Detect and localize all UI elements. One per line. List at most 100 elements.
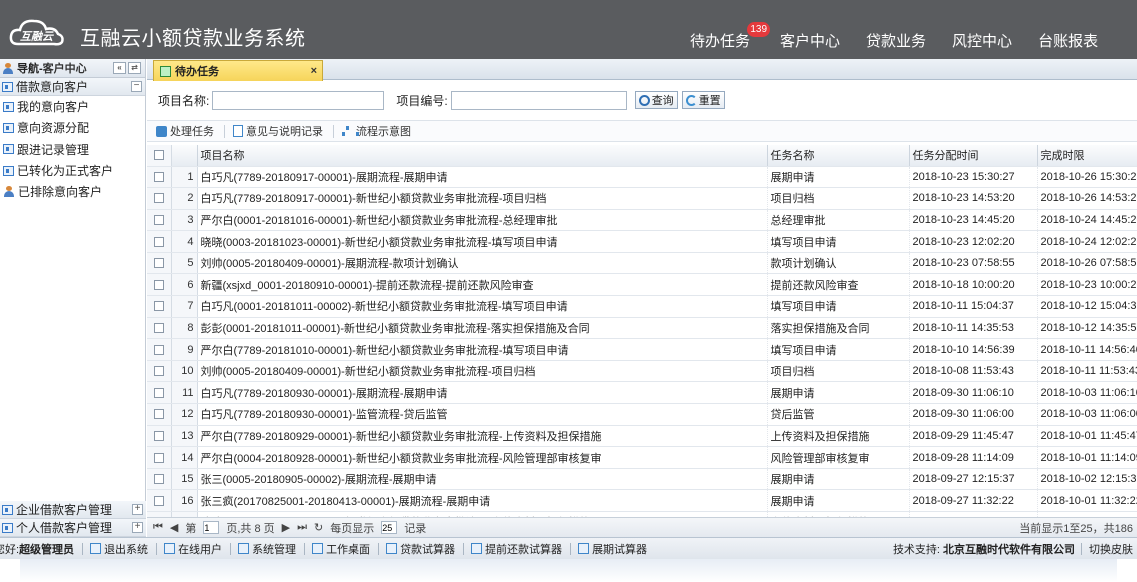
opinion-records-button[interactable]: 意见与说明记录 bbox=[233, 123, 323, 139]
table-row[interactable]: 5 刘帅(0005-20180409-00001)-展期流程-款项计划确认 款项计划… bbox=[147, 252, 1137, 275]
per-page-label: 每页显示 bbox=[330, 522, 375, 535]
loan-calculator-label: 贷款试算器 bbox=[400, 543, 456, 556]
row-checkbox[interactable] bbox=[147, 403, 172, 426]
row-checkbox[interactable] bbox=[147, 252, 172, 275]
row-checkbox[interactable] bbox=[147, 187, 172, 210]
project-name-cell: 张三(0005-20180905-00002)-展期流程-展期申请 bbox=[197, 468, 768, 491]
prev-page-icon[interactable]: ◀ bbox=[170, 521, 178, 534]
sidebar-item-followup-records[interactable]: 跟进记录管理 bbox=[0, 139, 145, 160]
row-checkbox[interactable] bbox=[147, 489, 172, 512]
table-row[interactable]: 6 新疆(xsjxd_0001-20180910-00001)-提前还款流程-提前… bbox=[147, 273, 1137, 297]
sidebar-item-excluded[interactable]: 已排除意向客户 bbox=[0, 181, 145, 202]
table-row[interactable]: 10 刘帅(0005-20180409-00001)-新世纪小额贷款业务审批流程-… bbox=[147, 360, 1137, 383]
nav-risk-center[interactable]: 风控中心 bbox=[952, 30, 1012, 51]
row-checkbox[interactable] bbox=[147, 360, 172, 383]
row-checkbox[interactable] bbox=[147, 425, 172, 448]
prepayment-calculator-button[interactable]: 提前还款试算器 bbox=[471, 541, 562, 557]
nav-loan-business[interactable]: 贷款业务 bbox=[866, 30, 926, 51]
expand-group-icon[interactable]: + bbox=[132, 522, 143, 533]
sidebar-item-my-intention[interactable]: 我的意向客户 bbox=[0, 96, 145, 117]
project-code-input[interactable] bbox=[450, 90, 627, 110]
row-checkbox[interactable] bbox=[147, 209, 172, 232]
current-user: 超级管理员 bbox=[19, 543, 75, 556]
sidebar-item-converted[interactable]: 已转化为正式客户 bbox=[0, 160, 145, 181]
opinion-records-label: 意见与说明记录 bbox=[246, 126, 323, 138]
users-icon bbox=[3, 186, 15, 198]
col-assigned-time[interactable]: 任务分配时间 bbox=[909, 145, 1038, 167]
extension-calculator-button[interactable]: 展期试算器 bbox=[578, 541, 647, 557]
system-management-button[interactable]: 系统管理 bbox=[238, 541, 296, 557]
nav-todo[interactable]: 待办任务 139 bbox=[690, 22, 771, 51]
row-checkbox[interactable] bbox=[147, 468, 172, 491]
row-checkbox[interactable] bbox=[147, 230, 172, 253]
table-row[interactable]: 14 严尔白(0004-20180928-00001)-新世纪小额贷款业务审批流程… bbox=[147, 446, 1137, 469]
row-checkbox[interactable] bbox=[147, 317, 172, 340]
row-checkbox[interactable] bbox=[147, 381, 172, 405]
table-row[interactable]: 13 严尔白(7789-20180929-00001)-新世纪小额贷款业务审批流程… bbox=[147, 425, 1137, 448]
select-all-checkbox[interactable] bbox=[147, 145, 172, 167]
group-enterprise-customers[interactable]: 企业借款客户管理 + bbox=[0, 501, 146, 519]
toolbar-divider bbox=[333, 124, 334, 138]
flow-diagram-button[interactable]: 流程示意图 bbox=[342, 123, 411, 139]
online-users-button[interactable]: 在线用户 bbox=[164, 541, 222, 557]
first-page-icon[interactable]: ⏮ bbox=[153, 521, 163, 534]
nav-ledger-reports[interactable]: 台账报表 bbox=[1038, 30, 1098, 51]
page-total: 页,共 8 页 bbox=[226, 522, 275, 535]
card-icon bbox=[2, 504, 13, 515]
col-project-name[interactable]: 项目名称 bbox=[197, 145, 768, 167]
row-checkbox[interactable] bbox=[147, 166, 172, 189]
work-desktop-button[interactable]: 工作桌面 bbox=[312, 541, 370, 557]
query-button[interactable]: 查询 bbox=[634, 91, 678, 109]
left-sidebar: 导航- 客户中心 « ⇄ 借款意向客户 − 我的意向客户 意向资源分配 跟进记录管… bbox=[0, 59, 146, 537]
table-row[interactable]: 7 白巧凡(0001-20181011-00002)-新世纪小额贷款业务审批流程-… bbox=[147, 295, 1137, 318]
card-icon bbox=[2, 522, 13, 533]
per-page-suffix: 记录 bbox=[404, 522, 427, 535]
reset-button[interactable]: 重置 bbox=[681, 91, 725, 109]
col-task-name[interactable]: 任务名称 bbox=[767, 145, 910, 167]
table-row[interactable]: 11 白巧凡(7789-20180930-00001)-展期流程-展期申请 展期申请… bbox=[147, 381, 1137, 405]
project-name-cell: 晓晓(0003-20181023-00001)-新世纪小额贷款业务审批流程-填写… bbox=[197, 230, 768, 253]
process-task-button[interactable]: 处理任务 bbox=[156, 123, 214, 139]
flow-chart-icon bbox=[342, 125, 359, 137]
project-code-label: 项目编号: bbox=[396, 93, 448, 108]
task-name-cell: 贷后监管 bbox=[767, 403, 910, 426]
loan-calculator-button[interactable]: 贷款试算器 bbox=[386, 541, 455, 557]
row-checkbox[interactable] bbox=[147, 446, 172, 469]
nav-customer-center[interactable]: 客户中心 bbox=[780, 30, 840, 51]
next-page-icon[interactable]: ▶ bbox=[282, 521, 290, 534]
table-row[interactable]: 16 张三疯(20170825001-20180413-00001)-展期流程-展… bbox=[147, 489, 1137, 512]
tab-todo[interactable]: 待办任务 × bbox=[153, 60, 323, 81]
collapse-sidebar-icon[interactable]: « bbox=[113, 62, 126, 74]
table-row[interactable]: 15 张三(0005-20180905-00002)-展期流程-展期申请 展期申请 2… bbox=[147, 468, 1137, 491]
switch-skin-button[interactable]: 切换皮肤 bbox=[1089, 541, 1133, 557]
table-row[interactable]: 3 严尔白(0001-20181016-00001)-新世纪小额贷款业务审批流程-… bbox=[147, 209, 1137, 232]
sidebar-item-label: 已排除意向客户 bbox=[18, 185, 103, 200]
last-page-icon[interactable]: ⏭ bbox=[297, 521, 307, 534]
table-row[interactable]: 4 晓晓(0003-20181023-00001)-新世纪小额贷款业务审批流程-填… bbox=[147, 230, 1137, 253]
page-number-input[interactable] bbox=[203, 521, 220, 534]
table-row[interactable]: 12 白巧凡(7789-20180930-00001)-监管流程-贷后监管 贷后监管… bbox=[147, 403, 1137, 426]
assigned-time-cell: 2018-10-23 07:58:55 bbox=[909, 252, 1038, 275]
refresh-icon[interactable]: ↻ bbox=[314, 521, 323, 534]
project-name-input[interactable] bbox=[212, 90, 385, 110]
sidebar-item-resource-allocation[interactable]: 意向资源分配 bbox=[0, 117, 145, 138]
logout-button[interactable]: 退出系统 bbox=[90, 541, 148, 557]
col-deadline[interactable]: 完成时限 bbox=[1037, 145, 1137, 167]
row-checkbox[interactable] bbox=[147, 295, 172, 318]
table-row[interactable]: 9 严尔白(7789-20181010-00001)-新世纪小额贷款业务审批流程-… bbox=[147, 338, 1137, 361]
per-page-input[interactable] bbox=[381, 521, 398, 534]
table-row[interactable]: 8 彭彭(0001-20181011-00001)-新世纪小额贷款业务审批流程-落… bbox=[147, 317, 1137, 340]
status-bar: 您好: 超级管理员 退出系统 在线用户 系统管理 工作桌面 贷款试算器 提前还款… bbox=[0, 537, 1137, 559]
table-row[interactable]: 1 白巧凡(7789-20180917-00001)-展期流程-展期申请 展期申请 2… bbox=[147, 166, 1137, 189]
collapse-group-icon[interactable]: − bbox=[131, 81, 142, 92]
group-personal-customers[interactable]: 个人借款客户管理 + bbox=[0, 519, 146, 537]
row-checkbox[interactable] bbox=[147, 338, 172, 361]
table-row[interactable]: 2 白巧凡(7789-20180917-00001)-新世纪小额贷款业务审批流程-… bbox=[147, 187, 1137, 210]
close-tab-icon[interactable]: × bbox=[311, 65, 317, 77]
calculator-icon bbox=[471, 543, 483, 554]
sidebar-item-label: 我的意向客户 bbox=[17, 100, 90, 115]
refresh-sidebar-icon[interactable]: ⇄ bbox=[128, 62, 141, 74]
expand-group-icon[interactable]: + bbox=[132, 504, 143, 515]
group-intention-customers[interactable]: 借款意向客户 − bbox=[0, 78, 145, 96]
row-checkbox[interactable] bbox=[147, 273, 172, 297]
